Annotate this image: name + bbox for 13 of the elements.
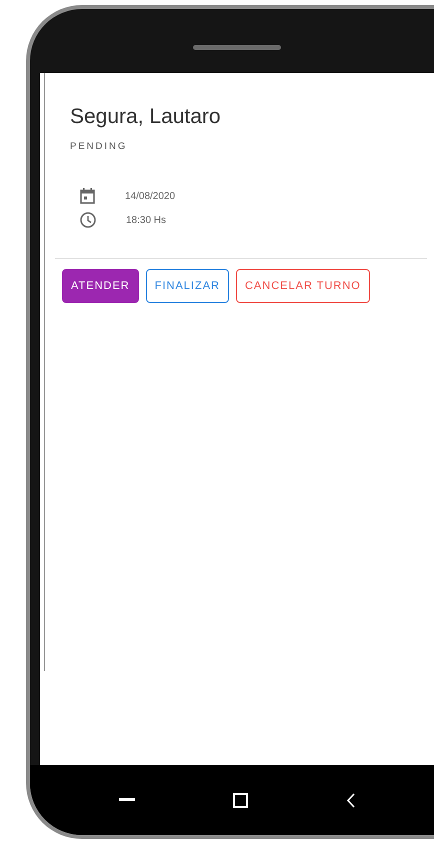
speaker-icon xyxy=(193,45,281,50)
home-icon[interactable] xyxy=(233,792,248,808)
clock-icon xyxy=(80,212,96,228)
action-button[interactable]: CANCELAR TURNO xyxy=(236,269,370,303)
patient-name: Segura, Lautaro xyxy=(70,105,222,129)
calendar-icon xyxy=(80,188,95,204)
appointment-status: PENDING xyxy=(70,141,128,152)
back-icon[interactable] xyxy=(346,792,355,808)
appointment-date: 14/08/2020 xyxy=(125,190,176,202)
recent-apps-icon[interactable] xyxy=(119,798,135,802)
action-button[interactable]: FINALIZAR xyxy=(146,269,229,303)
action-button[interactable]: ATENDER xyxy=(62,269,139,303)
appointment-time: 18:30 Hs xyxy=(126,214,166,226)
